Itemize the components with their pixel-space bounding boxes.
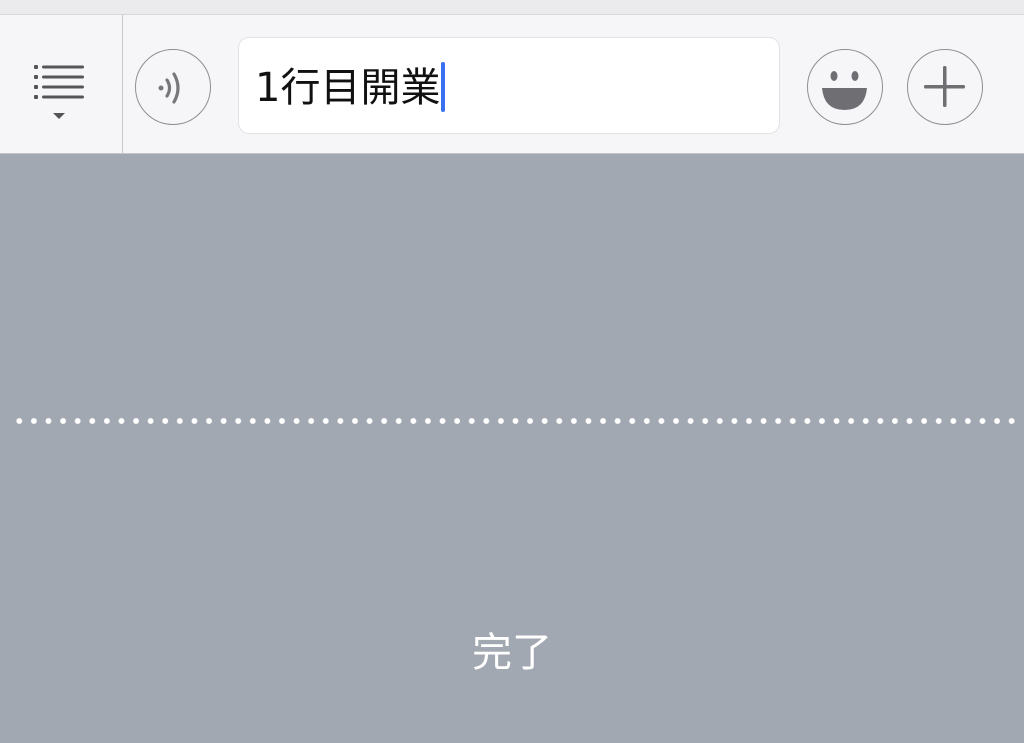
message-input[interactable]: 1行目開業 <box>238 37 780 134</box>
voice-wave-icon <box>158 72 180 104</box>
top-edge <box>0 0 1024 15</box>
message-input-value: 1行目開業 <box>255 62 446 112</box>
text-caret <box>441 62 446 112</box>
list-menu-icon <box>34 65 84 119</box>
smiley-face-icon <box>822 71 867 110</box>
plus-icon <box>924 66 965 107</box>
add-button[interactable] <box>907 49 983 125</box>
menu-button[interactable] <box>0 15 123 153</box>
message-input-text: 1行目開業 <box>255 65 441 111</box>
input-toolbar: 1行目開業 <box>0 15 1024 154</box>
voice-input-button[interactable] <box>135 49 211 125</box>
done-button[interactable]: 完了 <box>412 618 612 688</box>
dotted-divider <box>12 417 1022 425</box>
emoji-button[interactable] <box>807 49 883 125</box>
